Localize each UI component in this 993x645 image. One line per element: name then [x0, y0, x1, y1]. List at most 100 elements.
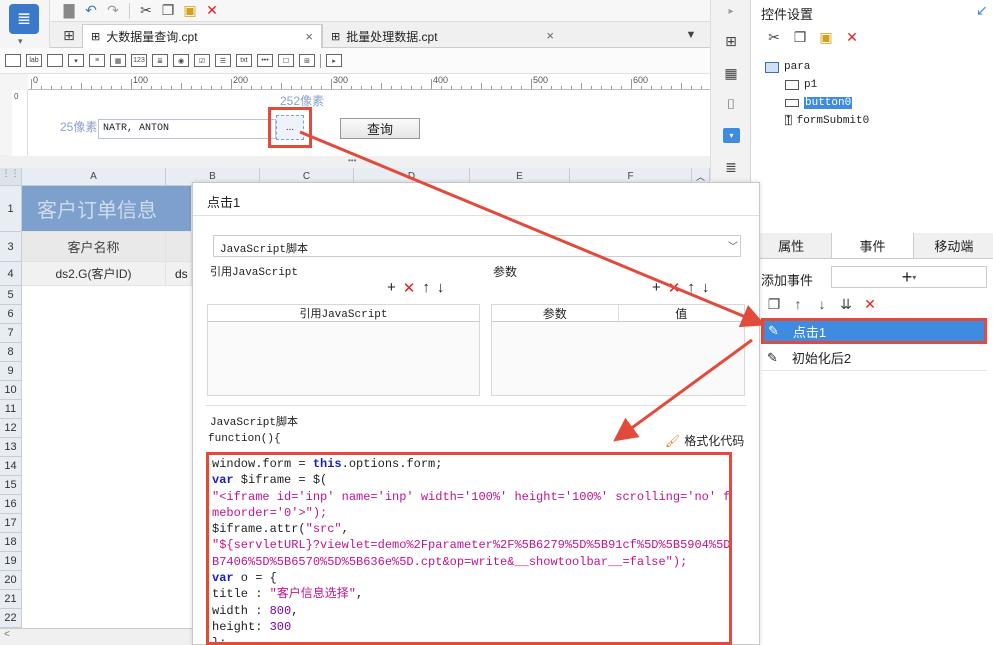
date-widget-icon[interactable]: ▦: [110, 54, 126, 67]
combobox-widget-icon[interactable]: ▾: [68, 54, 84, 67]
ref-js-table[interactable]: 引用JavaScript: [207, 304, 480, 396]
textarea-widget-icon[interactable]: ≣: [152, 54, 168, 67]
number-widget-icon[interactable]: 123: [131, 54, 147, 67]
dock-arrow-icon[interactable]: ↙: [976, 2, 988, 19]
copy-icon[interactable]: ❐: [791, 28, 809, 46]
customer-field[interactable]: NATR, ANTON: [98, 119, 276, 139]
tab-properties[interactable]: 属性: [751, 233, 831, 258]
row-header[interactable]: 5: [0, 286, 22, 305]
format-code-button[interactable]: 🖌 格式化代码: [665, 432, 744, 450]
copy-icon[interactable]: ❐: [765, 295, 783, 313]
txt-widget-icon[interactable]: txt: [236, 54, 252, 67]
ellipsis-button[interactable]: ...: [276, 115, 304, 140]
event-item-init[interactable]: ✎ 初始化后2: [761, 345, 987, 371]
save-icon[interactable]: ▇: [60, 2, 78, 20]
widget-library-icon[interactable]: ⊞: [722, 32, 740, 50]
parameter-canvas[interactable]: 25像素 252像素 NATR, ANTON ... 查询 •••: [28, 90, 710, 165]
formula-cell-b[interactable]: ds: [166, 262, 192, 286]
chevron-down-icon[interactable]: ﹀: [728, 238, 738, 253]
row-header[interactable]: 12: [0, 419, 22, 438]
resize-handle[interactable]: •••: [348, 156, 356, 165]
row-header[interactable]: 20: [0, 571, 22, 590]
label-widget-icon[interactable]: [5, 54, 21, 67]
tab-batch-process[interactable]: ⊞ 批量处理数据.cpt ×: [322, 24, 562, 48]
cut-icon[interactable]: ✂: [765, 28, 783, 46]
move-down-icon[interactable]: ↓: [813, 295, 831, 313]
data-icon[interactable]: ≣: [722, 158, 740, 176]
add-icon[interactable]: +: [652, 279, 661, 297]
delete-icon[interactable]: ✕: [861, 295, 879, 313]
move-up-icon[interactable]: ↑: [687, 279, 695, 297]
button-widget-icon[interactable]: [47, 54, 63, 67]
widget-settings-icon[interactable]: ▾: [723, 128, 740, 143]
add-event-button[interactable]: + ▾: [831, 266, 987, 288]
row-header[interactable]: 8: [0, 343, 22, 362]
report-app-icon[interactable]: ≣: [9, 4, 39, 34]
layout-icon[interactable]: ⌷: [722, 95, 740, 113]
move-bottom-icon[interactable]: ⇊: [837, 295, 855, 313]
tree-item-formsubmit[interactable]: ⍐ formSubmit0: [785, 112, 869, 130]
radio-widget-icon[interactable]: ◉: [173, 54, 189, 67]
collapse-arrow-icon[interactable]: ▸: [722, 2, 740, 20]
row-header[interactable]: 18: [0, 533, 22, 552]
delete-icon[interactable]: ✕: [203, 2, 221, 20]
tree-item-button0[interactable]: button0: [785, 94, 869, 112]
copy-icon[interactable]: ❐: [159, 2, 177, 20]
close-icon[interactable]: ×: [546, 28, 554, 43]
row-header[interactable]: 19: [0, 552, 22, 571]
row-header[interactable]: 6: [0, 305, 22, 324]
select-all-corner[interactable]: ⋮⋮: [0, 168, 22, 186]
formula-cell[interactable]: ds2.G(客户ID): [22, 262, 166, 286]
tab-list-icon[interactable]: ▼: [682, 26, 700, 44]
query-button[interactable]: 查询: [340, 118, 420, 139]
row-header[interactable]: 9: [0, 362, 22, 381]
row-header[interactable]: 10: [0, 381, 22, 400]
column-header[interactable]: A: [22, 168, 166, 186]
tree-widget-icon[interactable]: ≡: [89, 54, 105, 67]
move-down-icon[interactable]: ↓: [437, 279, 445, 297]
delete-icon[interactable]: ✕: [843, 28, 861, 46]
text-widget-icon[interactable]: lab: [26, 54, 42, 67]
row-header[interactable]: 4: [0, 262, 22, 286]
delete-icon[interactable]: ✕: [403, 279, 416, 297]
tab-big-data-query[interactable]: ⊞ 大数据量查询.cpt ×: [82, 24, 322, 48]
event-item-click[interactable]: ✎ 点击1: [761, 318, 987, 344]
add-icon[interactable]: +: [387, 279, 396, 297]
tree-root[interactable]: para: [765, 58, 869, 76]
script-type-select[interactable]: JavaScript脚本: [213, 235, 741, 257]
row-header[interactable]: 14: [0, 457, 22, 476]
horizontal-scrollbar[interactable]: <: [0, 628, 192, 645]
sheet-icon[interactable]: ⊞: [60, 26, 78, 44]
header-cell-b[interactable]: [166, 232, 192, 262]
row-header[interactable]: 16: [0, 495, 22, 514]
tab-mobile[interactable]: 移动端: [914, 233, 993, 258]
move-up-icon[interactable]: ↑: [422, 279, 430, 297]
row-header[interactable]: 22: [0, 609, 22, 628]
tree-item-p1[interactable]: p1: [785, 76, 869, 94]
row-header[interactable]: 1: [0, 186, 22, 232]
javascript-code-editor[interactable]: window.form = this.options.form; var $ifr…: [206, 452, 732, 645]
move-up-icon[interactable]: ↑: [789, 295, 807, 313]
redo-icon[interactable]: ↷: [104, 2, 122, 20]
tab-events[interactable]: 事件: [831, 233, 914, 258]
row-header[interactable]: 11: [0, 400, 22, 419]
move-down-icon[interactable]: ↓: [702, 279, 710, 297]
title-cell[interactable]: 客户订单信息: [22, 186, 192, 232]
close-icon[interactable]: ×: [305, 29, 313, 44]
password-widget-icon[interactable]: •••: [257, 54, 273, 67]
row-header[interactable]: 21: [0, 590, 22, 609]
row-header[interactable]: 3: [0, 232, 22, 262]
row-header[interactable]: 15: [0, 476, 22, 495]
more-widgets-icon[interactable]: ▸: [326, 54, 342, 67]
paste-icon[interactable]: ▣: [817, 28, 835, 46]
header-cell[interactable]: 客户名称: [22, 232, 166, 262]
checkbox-widget-icon[interactable]: ☑: [194, 54, 210, 67]
row-header[interactable]: 17: [0, 514, 22, 533]
delete-icon[interactable]: ✕: [668, 279, 681, 297]
component-icon[interactable]: ▦: [722, 64, 740, 82]
params-table[interactable]: 参数 值: [491, 304, 745, 396]
row-header[interactable]: 13: [0, 438, 22, 457]
row-header[interactable]: 7: [0, 324, 22, 343]
checkboxgroup-widget-icon[interactable]: ☐: [278, 54, 294, 67]
chevron-down-icon[interactable]: ▾: [18, 36, 23, 47]
